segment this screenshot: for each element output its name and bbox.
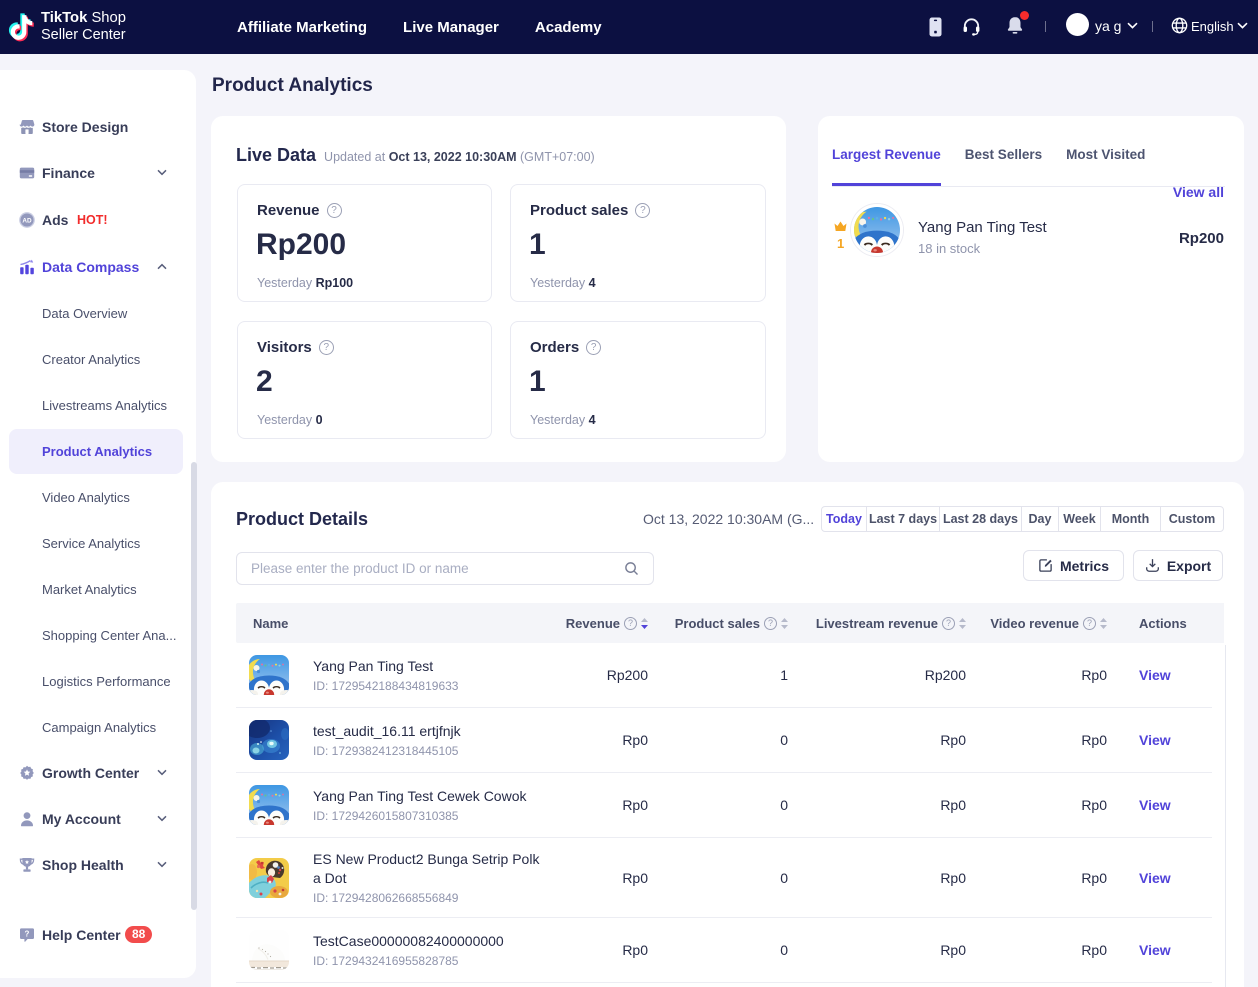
svg-text:?: ? [25, 930, 30, 939]
svg-text:AD: AD [22, 218, 32, 225]
